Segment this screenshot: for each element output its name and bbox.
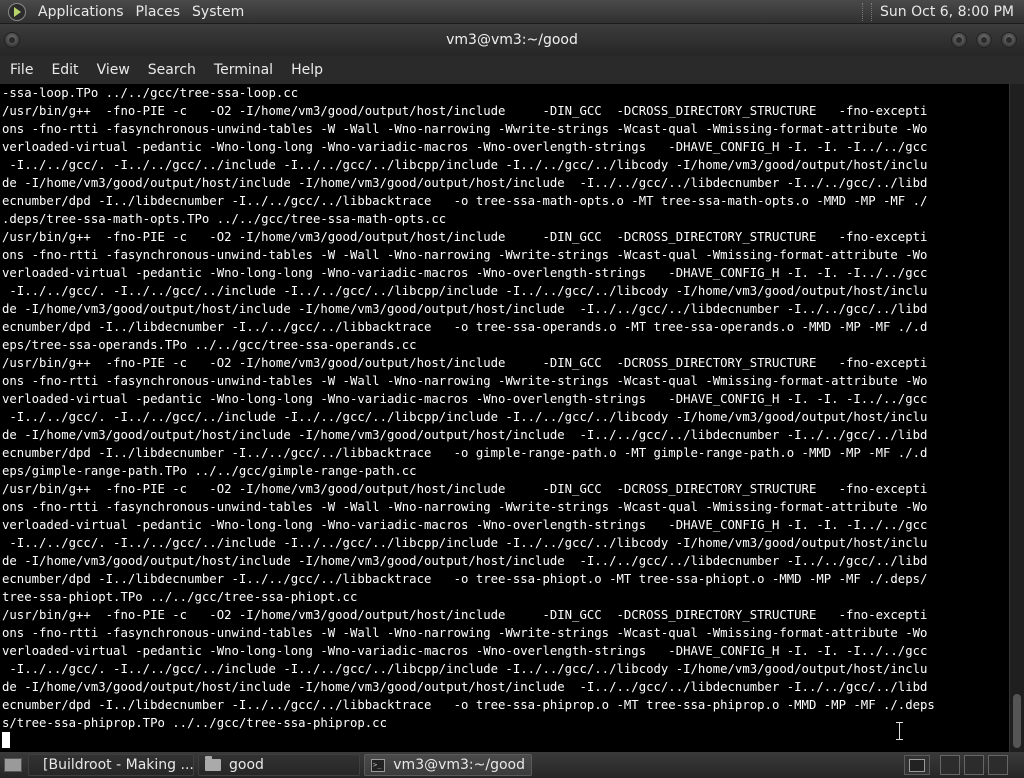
- show-desktop-icon[interactable]: [4, 758, 22, 772]
- terminal-line: de -I/home/vm3/good/output/host/include …: [2, 680, 928, 694]
- terminal-line: -I../../gcc/. -I../../gcc/../include -I.…: [2, 410, 928, 424]
- terminal-menubar: File Edit View Search Terminal Help: [0, 56, 1024, 84]
- terminal-line: ons -fno-rtti -fasynchronous-unwind-tabl…: [2, 248, 928, 262]
- terminal-line: de -I/home/vm3/good/output/host/include …: [2, 554, 928, 568]
- terminal-line: /usr/bin/g++ -fno-PIE -c -O2 -I/home/vm3…: [2, 356, 928, 370]
- terminal-line: /usr/bin/g++ -fno-PIE -c -O2 -I/home/vm3…: [2, 482, 928, 496]
- terminal-line: ecnumber/dpd -I../libdecnumber -I../../g…: [2, 698, 935, 712]
- terminal-line: eps/tree-ssa-operands.TPo ../../gcc/tree…: [2, 338, 417, 352]
- task-terminal[interactable]: >_ vm3@vm3:~/good: [364, 754, 532, 776]
- terminal-output: -ssa-loop.TPo ../../gcc/tree-ssa-loop.cc…: [0, 84, 1009, 750]
- workspace-3-icon[interactable]: [988, 755, 1008, 775]
- terminal-line: /usr/bin/g++ -fno-PIE -c -O2 -I/home/vm3…: [2, 104, 928, 118]
- terminal-line: verloaded-virtual -pedantic -Wno-long-lo…: [2, 518, 928, 532]
- places-menu[interactable]: Places: [130, 4, 187, 20]
- terminal-line: -I../../gcc/. -I../../gcc/../include -I.…: [2, 662, 928, 676]
- minimize-button[interactable]: [951, 32, 967, 48]
- menu-file[interactable]: File: [0, 62, 42, 78]
- terminal-line: eps/gimple-range-path.TPo ../../gcc/gimp…: [2, 464, 417, 478]
- terminal-line: de -I/home/vm3/good/output/host/include …: [2, 302, 928, 316]
- terminal-line: s/tree-ssa-phiprop.TPo ../../gcc/tree-ss…: [2, 716, 387, 730]
- task-label: good: [229, 757, 264, 773]
- menu-terminal[interactable]: Terminal: [205, 62, 282, 78]
- tray-terminal-icon[interactable]: [904, 755, 930, 775]
- workspace-2-icon[interactable]: [964, 755, 984, 775]
- close-button[interactable]: [1001, 32, 1017, 48]
- system-menu[interactable]: System: [186, 4, 250, 20]
- clock[interactable]: Sun Oct 6, 8:00 PM: [880, 4, 1014, 20]
- terminal-line: -I../../gcc/. -I../../gcc/../include -I.…: [2, 284, 928, 298]
- terminal-line: tree-ssa-phiopt.TPo ../../gcc/tree-ssa-p…: [2, 590, 358, 604]
- folder-icon: [205, 756, 221, 771]
- terminal-line: verloaded-virtual -pedantic -Wno-long-lo…: [2, 644, 928, 658]
- workspace-1-icon[interactable]: [940, 755, 960, 775]
- task-label: vm3@vm3:~/good: [393, 757, 525, 773]
- text-cursor: [2, 732, 10, 748]
- terminal-scrollbar[interactable]: [1009, 84, 1024, 752]
- gnome-logo-icon[interactable]: [8, 2, 26, 21]
- task-firefox[interactable]: [Buildroot - Making ...: [28, 754, 194, 776]
- terminal-line: ons -fno-rtti -fasynchronous-unwind-tabl…: [2, 374, 928, 388]
- task-label: [Buildroot - Making ...: [43, 757, 194, 773]
- terminal-line: ons -fno-rtti -fasynchronous-unwind-tabl…: [2, 122, 928, 136]
- menu-edit[interactable]: Edit: [42, 62, 87, 78]
- menu-view[interactable]: View: [88, 62, 139, 78]
- terminal-line: ons -fno-rtti -fasynchronous-unwind-tabl…: [2, 626, 928, 640]
- terminal-line: verloaded-virtual -pedantic -Wno-long-lo…: [2, 392, 928, 406]
- top-panel: Applications Places System Sun Oct 6, 8:…: [0, 0, 1024, 24]
- terminal-line: verloaded-virtual -pedantic -Wno-long-lo…: [2, 266, 928, 280]
- terminal-line: -I../../gcc/. -I../../gcc/../include -I.…: [2, 536, 928, 550]
- terminal-line: -ssa-loop.TPo ../../gcc/tree-ssa-loop.cc: [2, 86, 299, 100]
- terminal-line: ecnumber/dpd -I../libdecnumber -I../../g…: [2, 320, 928, 334]
- terminal-line: de -I/home/vm3/good/output/host/include …: [2, 176, 928, 190]
- window-title: vm3@vm3:~/good: [446, 32, 578, 48]
- menu-search[interactable]: Search: [139, 62, 205, 78]
- terminal-line: ecnumber/dpd -I../libdecnumber -I../../g…: [2, 572, 928, 586]
- mouse-ibeam-cursor-icon: [896, 722, 904, 740]
- window-titlebar[interactable]: vm3@vm3:~/good: [0, 24, 1024, 56]
- terminal-line: ecnumber/dpd -I../libdecnumber -I../../g…: [2, 446, 928, 460]
- scrollbar-thumb[interactable]: [1013, 694, 1021, 748]
- terminal-line: /usr/bin/g++ -fno-PIE -c -O2 -I/home/vm3…: [2, 608, 928, 622]
- terminal-line: /usr/bin/g++ -fno-PIE -c -O2 -I/home/vm3…: [2, 230, 928, 244]
- bottom-panel: [Buildroot - Making ... good >_ vm3@vm3:…: [0, 752, 1024, 778]
- applications-menu[interactable]: Applications: [32, 4, 130, 20]
- terminal-line: de -I/home/vm3/good/output/host/include …: [2, 428, 928, 442]
- terminal-line: .deps/tree-ssa-math-opts.TPo ../../gcc/t…: [2, 212, 447, 226]
- terminal-line: ecnumber/dpd -I../libdecnumber -I../../g…: [2, 194, 928, 208]
- terminal-line: ons -fno-rtti -fasynchronous-unwind-tabl…: [2, 500, 928, 514]
- maximize-button[interactable]: [976, 32, 992, 48]
- terminal-icon: >_: [371, 758, 386, 772]
- menu-help[interactable]: Help: [282, 62, 332, 78]
- terminal-line: -I../../gcc/. -I../../gcc/../include -I.…: [2, 158, 928, 172]
- task-folder-good[interactable]: good: [198, 754, 360, 776]
- terminal-line: verloaded-virtual -pedantic -Wno-long-lo…: [2, 140, 928, 154]
- panel-separator: [862, 2, 873, 21]
- terminal-area[interactable]: -ssa-loop.TPo ../../gcc/tree-ssa-loop.cc…: [0, 84, 1009, 752]
